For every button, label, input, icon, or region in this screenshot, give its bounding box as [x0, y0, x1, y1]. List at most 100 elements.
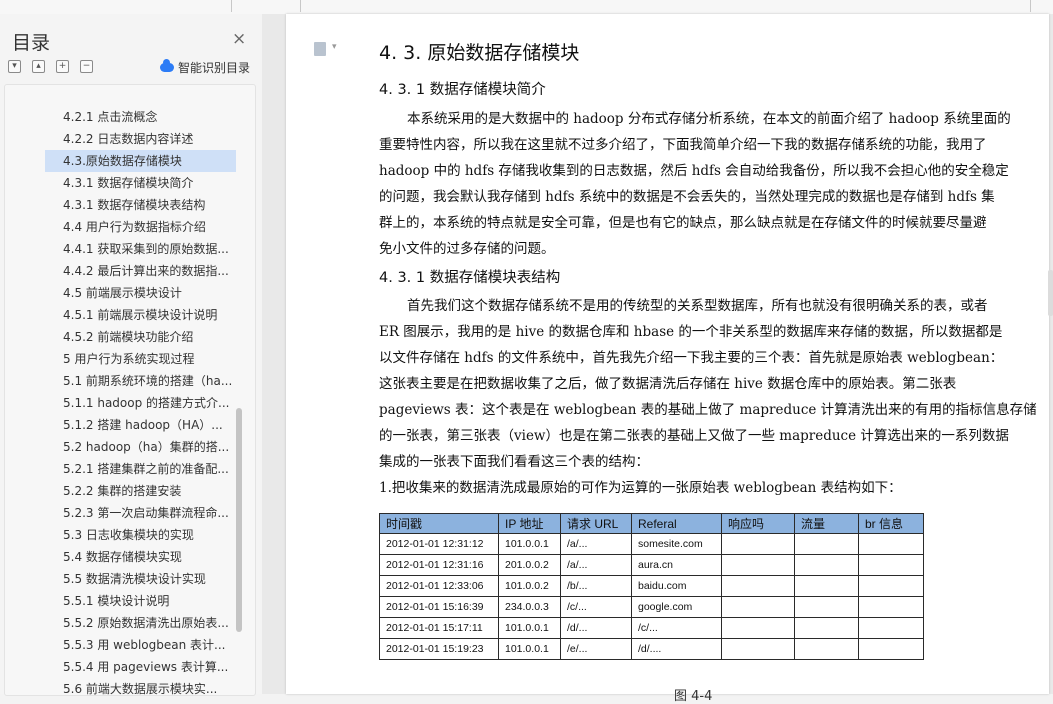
toc-item[interactable]: 5.5 数据清洗模块设计实现 [45, 568, 236, 590]
paragraph-line: hadoop 中的 hdfs 存储我收集到的日志数据，然后 hdfs 会自动给我… [379, 163, 1009, 179]
table-cell [721, 596, 795, 618]
table-cell [858, 554, 924, 576]
table-row: 2012-01-01 15:19:23 101.0.0.1/e/.../d/...… [379, 638, 924, 660]
toc-item[interactable]: 5.5.1 模块设计说明 [45, 590, 236, 612]
add-level-icon[interactable]: + [56, 60, 69, 73]
table-cell: 101.0.0.1 [498, 638, 561, 660]
table-cell [858, 575, 924, 597]
toc-item[interactable]: 4.3.原始数据存储模块 [45, 150, 236, 172]
table-cell [858, 596, 924, 618]
collapse-up-icon[interactable]: ▴ [32, 60, 45, 73]
toc-item[interactable]: 4.5 前端展示模块设计 [45, 282, 236, 304]
table-cell: /a/... [560, 554, 632, 576]
toc-item[interactable]: 4.2.2 日志数据内容详述 [45, 128, 236, 150]
toc-item[interactable]: 4.5.1 前端展示模块设计说明 [45, 304, 236, 326]
table-cell: 2012-01-01 12:31:12 [379, 533, 499, 555]
document-icon[interactable] [314, 42, 337, 56]
toc-scrollbar[interactable] [236, 408, 242, 632]
toc-item[interactable]: 5.3 日志收集模块的实现 [45, 524, 236, 546]
table-cell: 101.0.0.1 [498, 617, 561, 639]
table-cell [794, 617, 859, 639]
toc-item[interactable]: 5.2 hadoop（ha）集群的搭... [45, 436, 236, 458]
close-icon[interactable]: × [232, 30, 246, 48]
toc-item[interactable]: 4.3.1 数据存储模块表结构 [45, 194, 236, 216]
side-panel-handle[interactable] [1048, 270, 1053, 316]
table-cell: google.com [631, 596, 722, 618]
table-cell [794, 638, 859, 660]
ruler-tick [231, 0, 232, 12]
table-header: 请求 URL [560, 513, 632, 534]
table-cell: /d/.... [631, 638, 722, 660]
toc-pane: 目录 × ▾ ▴ + − 智能识别目录 4.2.1 点击流概念 4.2.2 日志数… [0, 14, 263, 696]
toc-item[interactable]: 5.2.1 搭建集群之前的准备配... [45, 458, 236, 480]
table-cell [858, 617, 924, 639]
table-cell: 234.0.0.3 [498, 596, 561, 618]
table-cell [721, 617, 795, 639]
toc-list: 4.2.1 点击流概念 4.2.2 日志数据内容详述 4.3.原始数据存储模块 4.3… [4, 84, 256, 696]
table-cell: 201.0.0.2 [498, 554, 561, 576]
table-cell: aura.cn [631, 554, 722, 576]
table-cell: 2012-01-01 15:17:11 [379, 617, 499, 639]
table-cell: baidu.com [631, 575, 722, 597]
toc-item[interactable]: 4.4 用户行为数据指标介绍 [45, 216, 236, 238]
expand-all-icon[interactable]: ▾ [8, 60, 21, 73]
toc-item[interactable]: 5.5.3 用 weblogbean 表计... [45, 634, 236, 656]
paragraph-line: 的问题，我会默认我存储到 hdfs 系统中的数据是不会丢失的，当然处理完成的数据… [379, 189, 995, 205]
paragraph-line: 本系统采用的是大数据中的 hadoop 分布式存储分析系统，在本文的前面介绍了 … [407, 111, 1011, 127]
table-cell: 2012-01-01 15:19:23 [379, 638, 499, 660]
table-cell: 2012-01-01 12:31:16 [379, 554, 499, 576]
table-cell [858, 533, 924, 555]
table-cell [721, 554, 795, 576]
table-header: 响应吗 [721, 513, 795, 534]
toc-item[interactable]: 5.5.2 原始数据清洗出原始表... [45, 612, 236, 634]
toc-item[interactable]: 5.2.3 第一次启动集群流程命... [45, 502, 236, 524]
table-header: 时间戳 [379, 513, 499, 534]
toc-item[interactable]: 4.2.1 点击流概念 [45, 106, 236, 128]
table-cell: /e/... [560, 638, 632, 660]
paragraph-line: 重要特性内容，所以我在这里就不过多介绍了，下面我简单介绍一下我的数据存储系统的功… [379, 137, 987, 153]
toc-item[interactable]: 4.4.2 最后计算出来的数据指... [45, 260, 236, 282]
top-ruler [0, 0, 1053, 15]
toc-item[interactable]: 5.1.1 hadoop 的搭建方式介... [45, 392, 236, 414]
table-cell: /c/... [631, 617, 722, 639]
paragraph-line: pageviews 表：这个表是在 weblogbean 表的基础上做了 map… [379, 402, 1037, 418]
paragraph-line: 的一张表，第三张表（view）也是在第二张表的基础上又做了一些 mapreduc… [379, 428, 1009, 444]
cloud-icon [160, 59, 174, 72]
toc-item[interactable]: 5.1 前期系统环境的搭建（ha... [45, 370, 236, 392]
table-cell: 101.0.0.2 [498, 575, 561, 597]
toc-item[interactable]: 5.5.4 用 pageviews 表计算... [45, 656, 236, 678]
table-cell: 2012-01-01 12:33:06 [379, 575, 499, 597]
toc-item[interactable]: 5.6 前端大数据展示模块实... [45, 678, 236, 695]
table-header: Referal [631, 513, 722, 534]
table-cell [858, 638, 924, 660]
ruler-tick [300, 0, 301, 12]
paragraph-line: 集成的一张表下面我们看看这三个表的结构： [379, 454, 649, 470]
table-cell [794, 533, 859, 555]
toc-item[interactable]: 5.2.2 集群的搭建安装 [45, 480, 236, 502]
toc-item[interactable]: 4.5.2 前端模块功能介绍 [45, 326, 236, 348]
table-cell: /a/... [560, 533, 632, 555]
toc-item[interactable]: 5.1.2 搭建 hadoop（HA）... [45, 414, 236, 436]
paragraph-line: 首先我们这个数据存储系统不是用的传统型的关系型数据库，所有也就没有很明确关系的表… [407, 298, 988, 314]
toc-item[interactable]: 4.4.1 获取采集到的原始数据... [45, 238, 236, 260]
table-cell [721, 533, 795, 555]
table-cell: /c/... [560, 596, 632, 618]
table-header: 流量 [794, 513, 859, 534]
table-cell [794, 575, 859, 597]
table-row: 2012-01-01 12:31:12 101.0.0.1/a/... somesi… [379, 533, 924, 555]
toc-item[interactable]: 4.3.1 数据存储模块简介 [45, 172, 236, 194]
table-row: 2012-01-01 15:17:11 101.0.0.1/d/.../c/... [379, 617, 924, 639]
toc-item[interactable]: 5.4 数据存储模块实现 [45, 546, 236, 568]
smart-toc-button[interactable]: 智能识别目录 [160, 59, 250, 76]
table-cell [721, 575, 795, 597]
paragraph-line: 这张表主要是在把数据收集了之后，做了数据清洗后存储在 hive 数据仓库中的原始… [379, 376, 957, 392]
table-row: 2012-01-01 15:16:39 234.0.0.3/c/... google… [379, 596, 924, 618]
remove-level-icon[interactable]: − [80, 60, 93, 73]
toc-item[interactable]: 5 用户行为系统实现过程 [45, 348, 236, 370]
table-cell: 2012-01-01 15:16:39 [379, 596, 499, 618]
paragraph-line: 以文件存储在 hdfs 的文件系统中，首先我先介绍一下我主要的三个表：首先就是原… [379, 350, 1004, 366]
subsection-heading: 4. 3. 1 数据存储模块表结构 [379, 270, 561, 286]
table-header: IP 地址 [498, 513, 561, 534]
table-row: 2012-01-01 12:33:06 101.0.0.2/b/... baidu.… [379, 575, 924, 597]
weblogbean-table: 时间戳 IP 地址 请求 URL Referal 响应吗 流量 br 信息 20… [379, 513, 924, 660]
